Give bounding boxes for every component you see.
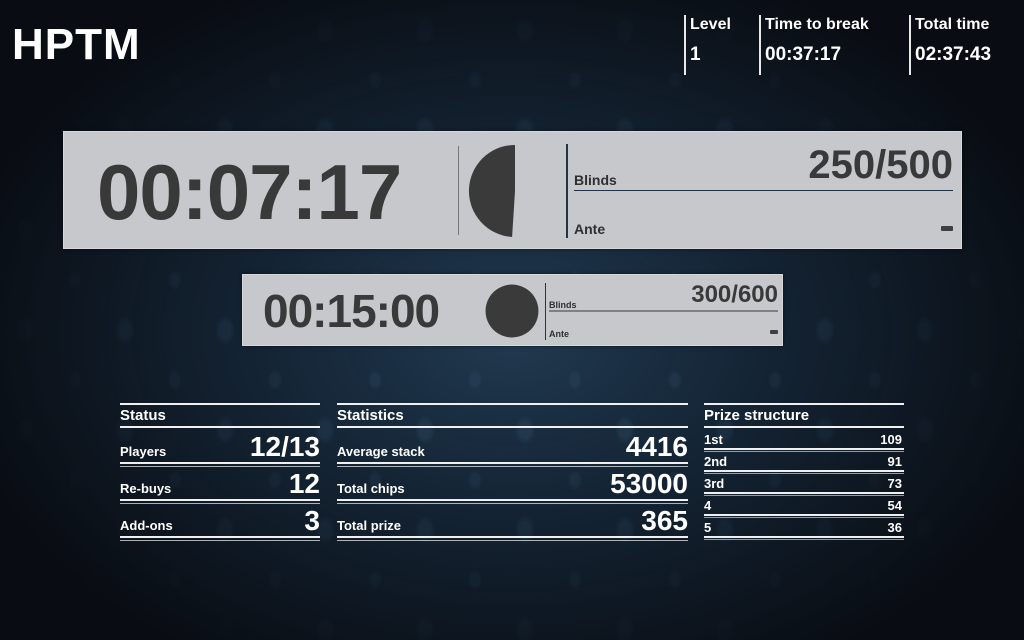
row-value: 12 <box>288 468 320 499</box>
status-row: Add-ons 3 <box>120 503 320 541</box>
level-label: Level <box>690 16 731 33</box>
row-label: Average stack <box>337 444 425 459</box>
next-ante-label: Ante <box>549 329 569 339</box>
clock-pie-slice <box>468 144 515 237</box>
prize-row: 1st 109 <box>704 429 904 452</box>
next-level-panel[interactable]: 00:15:00 300/600 Blinds Ante <box>242 274 783 346</box>
total-time-info: Total time 02:37:43 <box>909 15 1024 75</box>
level-value: 1 <box>690 44 701 65</box>
row-label: Total prize <box>337 518 402 533</box>
row-value: 12/13 <box>249 431 320 462</box>
time-to-break-info: Time to break 00:37:17 <box>759 15 910 75</box>
row-label: Add-ons <box>120 518 173 533</box>
prize-row: 2nd 91 <box>704 451 904 474</box>
prize-row: 4 54 <box>704 495 904 518</box>
clock-pie-icon <box>468 144 515 237</box>
statistics-row: Total prize 365 <box>337 503 688 541</box>
next-ante-value <box>770 330 778 334</box>
statistics-title: Statistics <box>337 403 688 428</box>
row-value: 4416 <box>625 431 688 462</box>
row-label: Players <box>120 444 167 459</box>
app-title: HPTM <box>12 20 141 69</box>
row-label: 4 <box>704 498 712 513</box>
current-level-timer: 00:07:17 <box>97 148 402 236</box>
row-label: 3rd <box>704 476 725 491</box>
row-value: 91 <box>887 454 902 469</box>
next-blinds-block: 300/600 Blinds Ante <box>545 281 778 340</box>
current-blinds-label: Blinds <box>574 172 617 188</box>
divider <box>574 190 953 191</box>
divider <box>549 310 778 312</box>
status-title: Status <box>120 403 320 428</box>
current-ante-label: Ante <box>574 221 606 237</box>
next-blinds-label: Blinds <box>549 300 577 310</box>
divider <box>458 146 459 235</box>
current-level-panel[interactable]: 00:07:17 250/500 Blinds Ante <box>63 131 962 249</box>
prize-row: 5 36 <box>704 517 904 540</box>
statistics-row: Average stack 4416 <box>337 429 688 467</box>
row-value: 365 <box>641 505 688 536</box>
status-table: Status Players 12/13 Re-buys 12 Add-ons … <box>120 403 320 541</box>
total-time-value: 02:37:43 <box>915 44 992 65</box>
row-value: 53000 <box>610 468 688 499</box>
row-label: Total chips <box>337 481 405 496</box>
prize-row: 3rd 73 <box>704 473 904 496</box>
status-row: Players 12/13 <box>120 429 320 467</box>
row-label: 5 <box>704 520 712 535</box>
prize-structure-table: Prize structure 1st 109 2nd 91 3rd 73 4 … <box>704 403 904 540</box>
total-time-label: Total time <box>915 16 990 33</box>
level-info: Level 1 <box>684 15 760 75</box>
time-to-break-label: Time to break <box>765 16 869 33</box>
row-label: 2nd <box>704 454 728 469</box>
current-blinds-value: 250/500 <box>808 143 953 187</box>
row-label: 1st <box>704 432 723 447</box>
row-value: 54 <box>887 498 902 513</box>
status-row: Re-buys 12 <box>120 466 320 504</box>
next-level-timer: 00:15:00 <box>263 285 440 337</box>
clock-pie-icon <box>485 284 539 338</box>
row-value: 3 <box>304 505 320 536</box>
prize-structure-title: Prize structure <box>704 403 904 428</box>
time-to-break-value: 00:37:17 <box>765 44 842 65</box>
row-value: 73 <box>887 476 902 491</box>
current-blinds-block: 250/500 Blinds Ante <box>566 144 953 238</box>
row-value: 109 <box>880 432 902 447</box>
statistics-table: Statistics Average stack 4416 Total chip… <box>337 403 688 541</box>
statistics-row: Total chips 53000 <box>337 466 688 504</box>
next-blinds-value: 300/600 <box>691 281 778 308</box>
row-value: 36 <box>887 520 902 535</box>
row-label: Re-buys <box>120 481 172 496</box>
clock-pie-slice <box>485 284 539 338</box>
current-ante-value <box>941 226 953 231</box>
